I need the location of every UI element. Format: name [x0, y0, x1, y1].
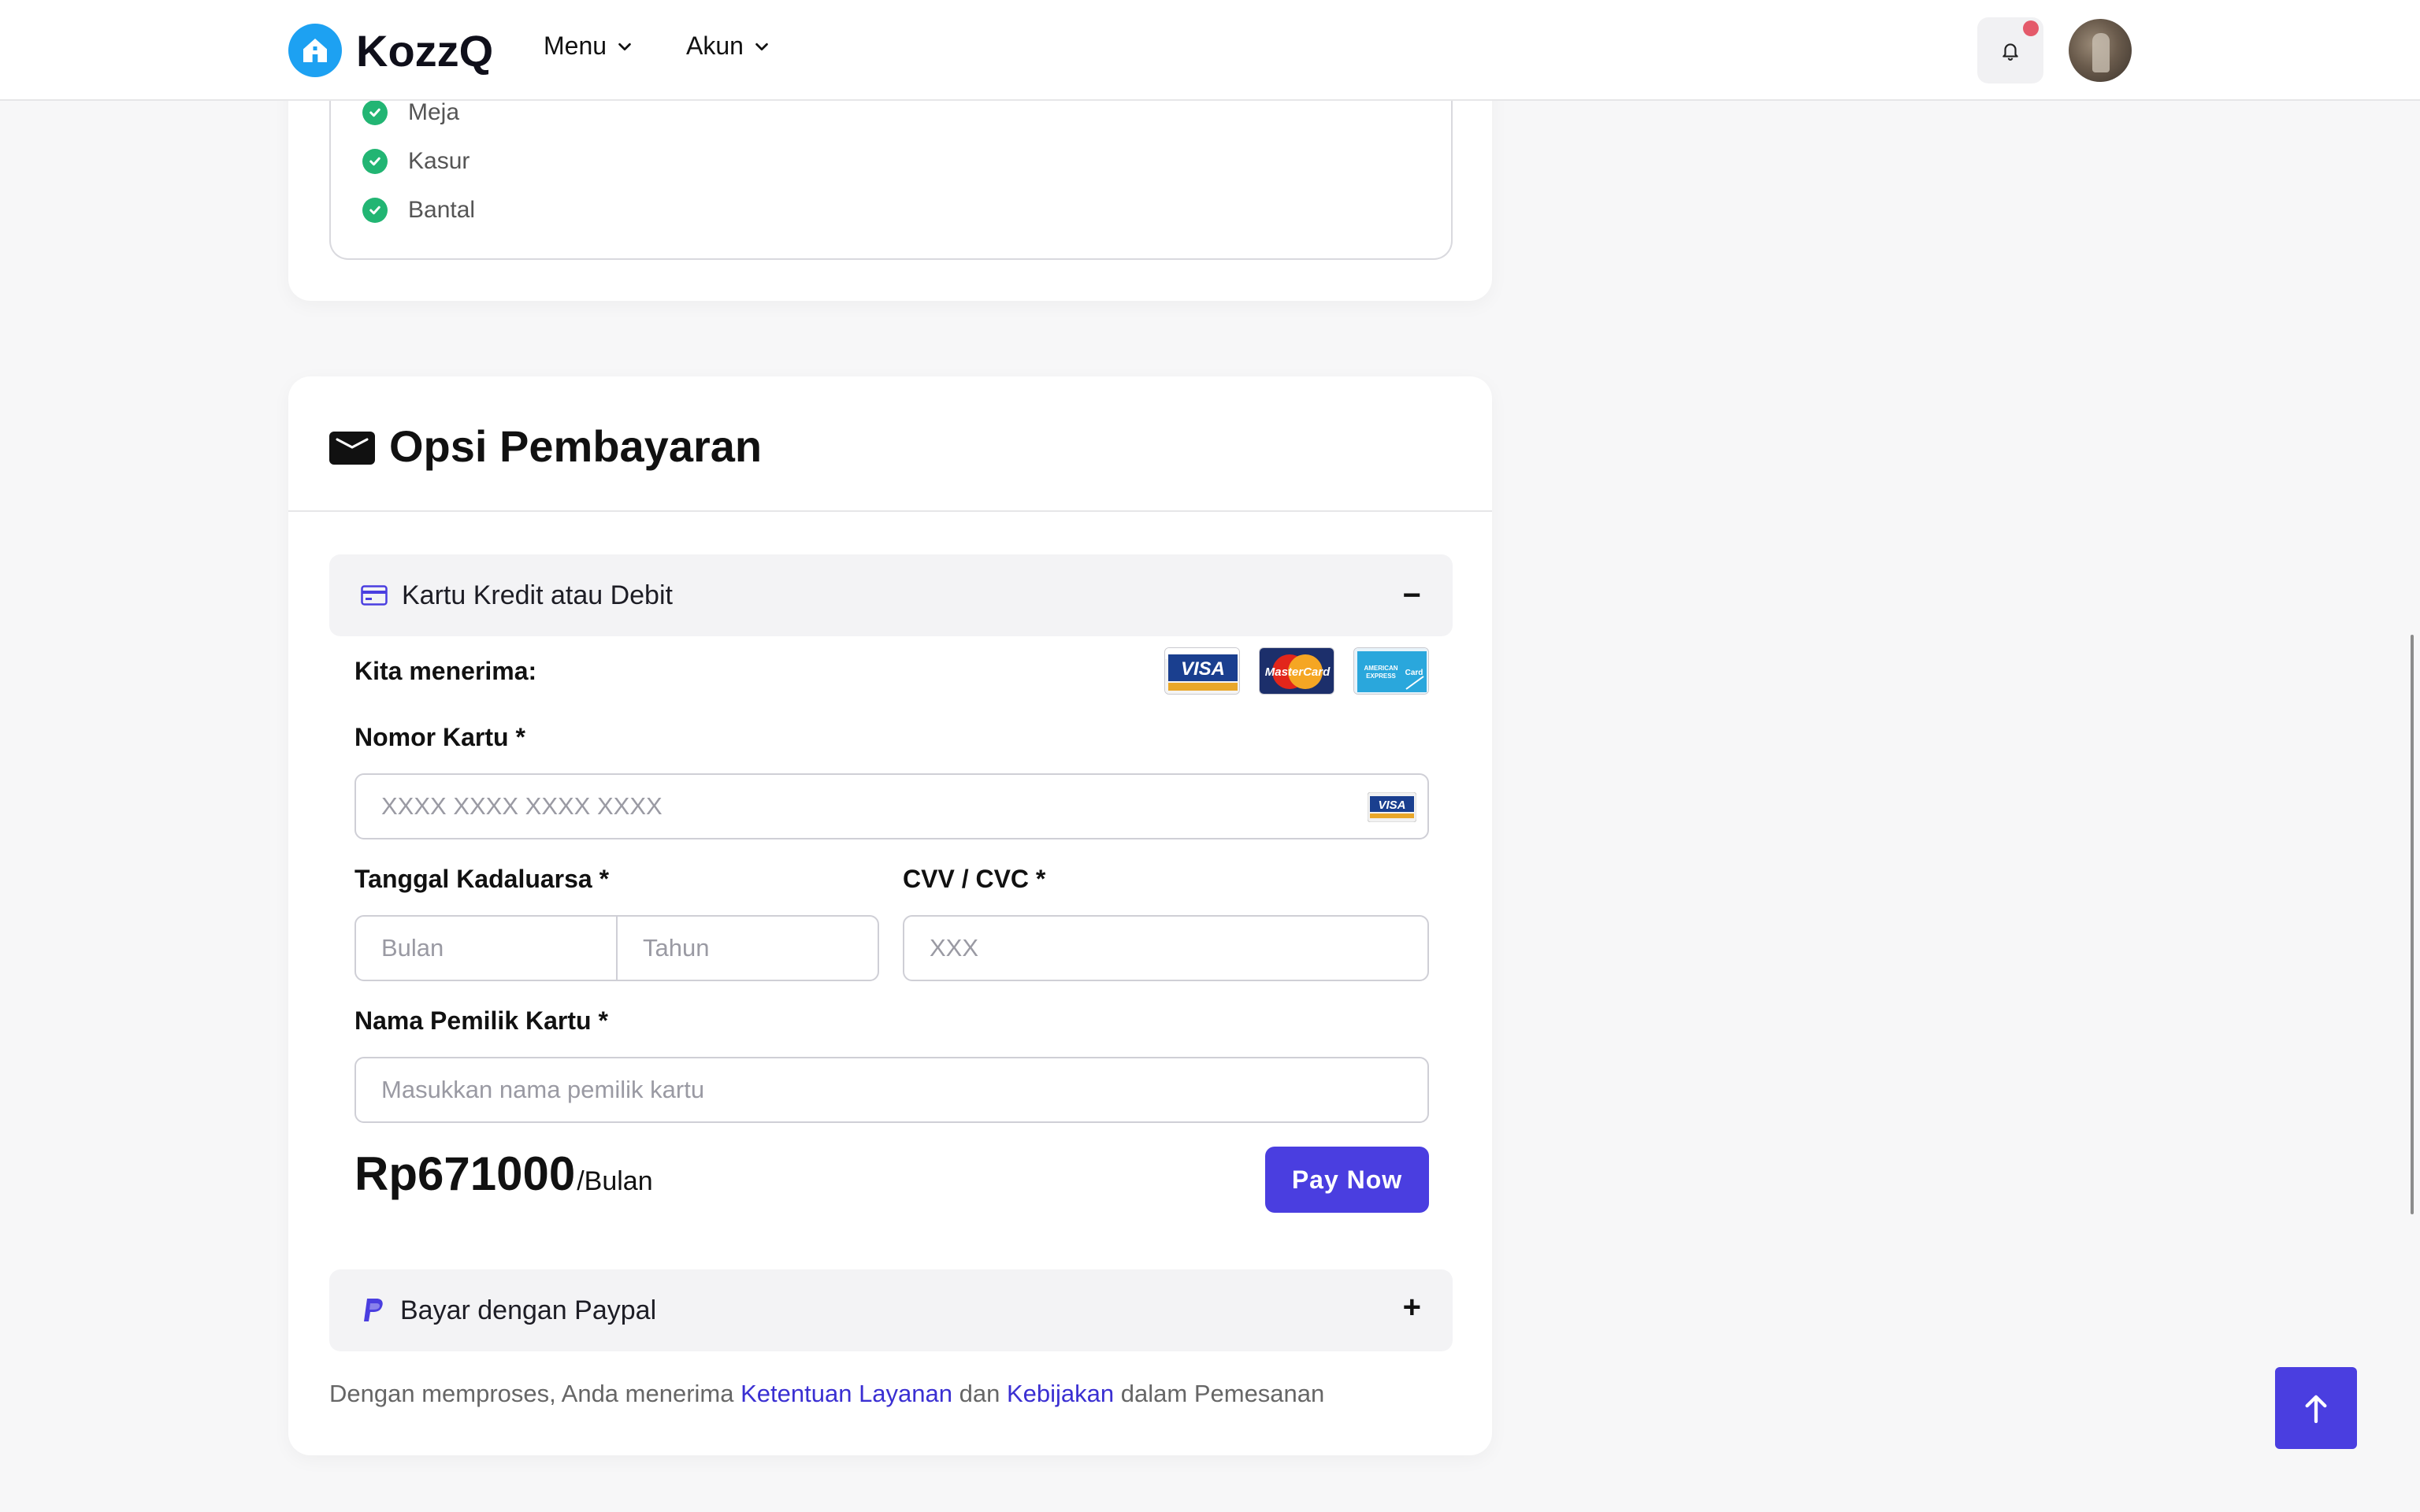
card-number-label: Nomor Kartu * [354, 723, 525, 751]
divider [288, 510, 1492, 512]
brand-logo[interactable]: KozzQ [288, 22, 493, 79]
svg-text:MasterCard: MasterCard [1265, 665, 1331, 679]
terms-text: Dengan memproses, Anda menerima Ketentua… [329, 1380, 1324, 1408]
bell-icon [2002, 43, 2018, 61]
payment-options-card: Opsi Pembayaran Kartu Kredit atau Debit … [288, 376, 1492, 1455]
svg-text:AMERICAN: AMERICAN [1364, 665, 1397, 672]
cardholder-label: Nama Pemilik Kartu * [354, 1006, 608, 1035]
price-display: Rp671000 /Bulan [354, 1147, 653, 1201]
wallet-icon [329, 431, 375, 465]
facility-label: Kasur [408, 148, 470, 174]
expiry-year-placeholder: Tahun [643, 934, 710, 962]
house-icon [288, 24, 342, 77]
amex-logo: AMERICAN EXPRESS Card [1353, 647, 1429, 695]
expiry-year-input[interactable]: Tahun [616, 915, 879, 981]
expand-toggle[interactable]: + [1403, 1290, 1421, 1325]
pay-now-button[interactable]: Pay Now [1265, 1147, 1429, 1213]
card-number-placeholder: XXXX XXXX XXXX XXXX [381, 792, 663, 820]
check-circle-icon [362, 149, 388, 174]
chevron-down-icon [618, 43, 631, 50]
terms-of-service-link[interactable]: Ketentuan Layanan [740, 1380, 952, 1407]
nav-akun-label: Akun [686, 32, 744, 60]
terms-prefix: Dengan memproses, Anda menerima [329, 1380, 734, 1407]
scrollbar[interactable] [2411, 635, 2414, 1214]
facility-label: Bantal [408, 197, 476, 223]
mastercard-logo: MasterCard [1259, 647, 1334, 695]
arrow-up-icon [2305, 1395, 2327, 1424]
svg-text:EXPRESS: EXPRESS [1366, 673, 1396, 680]
cvv-input[interactable]: XXX [903, 915, 1429, 981]
cvv-label: CVV / CVC * [903, 865, 1046, 893]
price-unit: /Bulan [577, 1166, 653, 1196]
avatar[interactable] [2069, 19, 2132, 82]
accordion-label: Bayar dengan Paypal [400, 1295, 657, 1325]
brand-name: KozzQ [356, 25, 494, 76]
terms-middle: dan [959, 1380, 1000, 1407]
collapse-toggle[interactable]: − [1403, 578, 1421, 613]
policy-link[interactable]: Kebijakan [1007, 1380, 1114, 1407]
page-title: Opsi Pembayaran [389, 421, 763, 471]
accordion-card-payment[interactable]: Kartu Kredit atau Debit − [329, 554, 1453, 636]
svg-text:VISA: VISA [1181, 658, 1225, 680]
svg-text:VISA: VISA [1378, 799, 1405, 812]
card-number-input[interactable]: XXXX XXXX XXXX XXXX VISA [354, 773, 1429, 839]
accordion-paypal[interactable]: Bayar dengan Paypal + [329, 1269, 1453, 1351]
list-item: Meja [362, 99, 459, 126]
terms-suffix: dalam Pemesanan [1120, 1380, 1325, 1407]
nav-menu-dropdown[interactable]: Menu [544, 32, 633, 61]
notification-button[interactable] [1977, 17, 2043, 83]
accepted-cards-label: Kita menerima: [354, 657, 537, 685]
visa-logo: VISA [1164, 647, 1240, 695]
expiry-month-placeholder: Bulan [381, 934, 444, 962]
svg-text:Card: Card [1405, 669, 1423, 677]
chevron-down-icon [755, 43, 768, 50]
nav-akun-dropdown[interactable]: Akun [686, 32, 770, 61]
credit-card-icon [361, 585, 388, 606]
cardholder-name-input[interactable]: Masukkan nama pemilik kartu [354, 1057, 1429, 1123]
cvv-placeholder: XXX [930, 934, 979, 962]
price-value: Rp671000 [354, 1147, 576, 1200]
top-navbar: KozzQ Menu Akun [0, 0, 2420, 101]
facility-label: Meja [408, 99, 460, 125]
visa-card-icon: VISA [1368, 792, 1416, 822]
check-circle-icon [362, 100, 388, 125]
expiry-month-input[interactable]: Bulan [354, 915, 618, 981]
scroll-to-top-button[interactable] [2275, 1367, 2357, 1449]
paypal-icon [364, 1299, 383, 1321]
cardholder-placeholder: Masukkan nama pemilik kartu [381, 1076, 705, 1103]
nav-menu-label: Menu [544, 32, 607, 60]
accordion-label: Kartu Kredit atau Debit [402, 580, 673, 610]
expiry-label: Tanggal Kadaluarsa * [354, 865, 610, 893]
accepted-cards-logos: VISA MasterCard AMERICAN EXPRESS Card [1164, 647, 1429, 695]
payment-header: Opsi Pembayaran [329, 421, 762, 472]
check-circle-icon [362, 198, 388, 223]
list-item: Kasur [362, 148, 470, 175]
notification-badge [2023, 20, 2039, 36]
list-item: Bantal [362, 197, 475, 224]
